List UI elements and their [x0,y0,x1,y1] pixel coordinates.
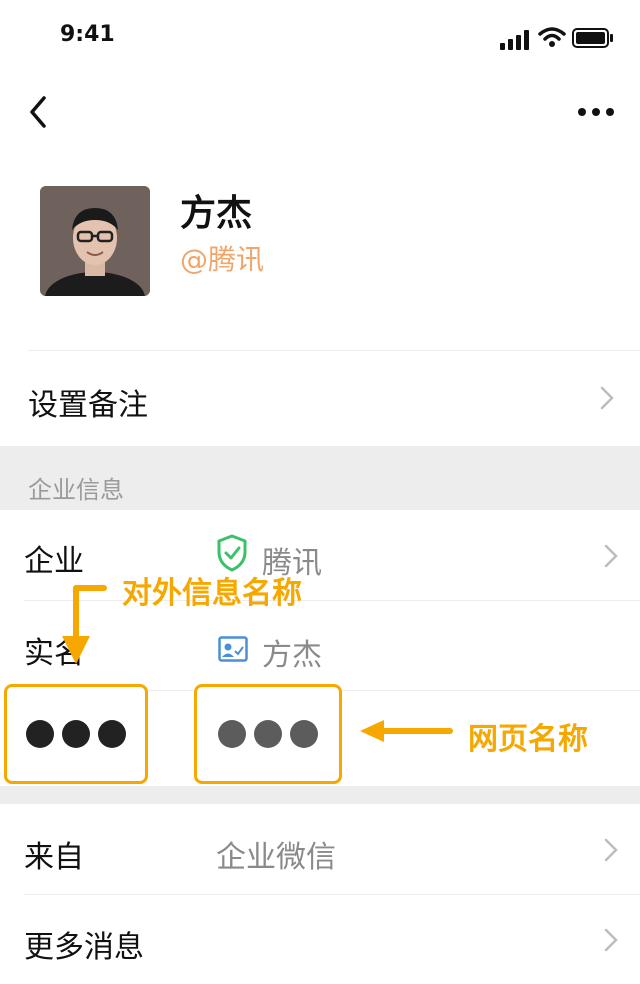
divider [24,894,640,895]
battery-icon [572,28,613,48]
placeholder-value-box [194,684,342,784]
chevron-right-icon [604,544,618,568]
divider [24,600,640,601]
placeholder-dot [62,720,90,748]
verified-shield-icon [217,534,247,572]
from-value: 企业微信 [216,840,336,875]
placeholder-dot [290,720,318,748]
avatar[interactable] [40,186,150,296]
chevron-right-icon [600,386,614,410]
cellular-signal-icon [500,30,529,50]
more-info-label: 更多消息 [24,930,144,965]
annotation-arrow-left [360,720,453,742]
placeholder-dot [26,720,54,748]
real-name-value: 方杰 [262,638,322,673]
placeholder-dot [218,720,246,748]
placeholder-label-box [4,684,148,784]
chevron-right-icon [604,928,618,952]
contact-name: 方杰 [180,193,253,234]
wifi-icon [538,27,566,47]
status-time: 9:41 [60,22,115,47]
company-label: 企业 [24,544,84,579]
section-gap [0,786,640,804]
placeholder-dot [254,720,282,748]
annotation-external-info-name: 对外信息名称 [122,576,302,611]
more-options-icon[interactable] [574,100,618,124]
annotation-arrow-down [62,585,107,664]
chevron-right-icon [604,838,618,862]
placeholder-dot [98,720,126,748]
set-remark-label: 设置备注 [28,388,148,423]
id-card-icon [218,636,248,662]
section-title-enterprise: 企业信息 [28,476,124,504]
divider [28,350,640,351]
company-tag: @腾讯 [180,243,265,276]
annotation-web-page-name: 网页名称 [468,722,588,757]
back-icon[interactable] [20,92,60,132]
from-label: 来自 [24,840,84,875]
